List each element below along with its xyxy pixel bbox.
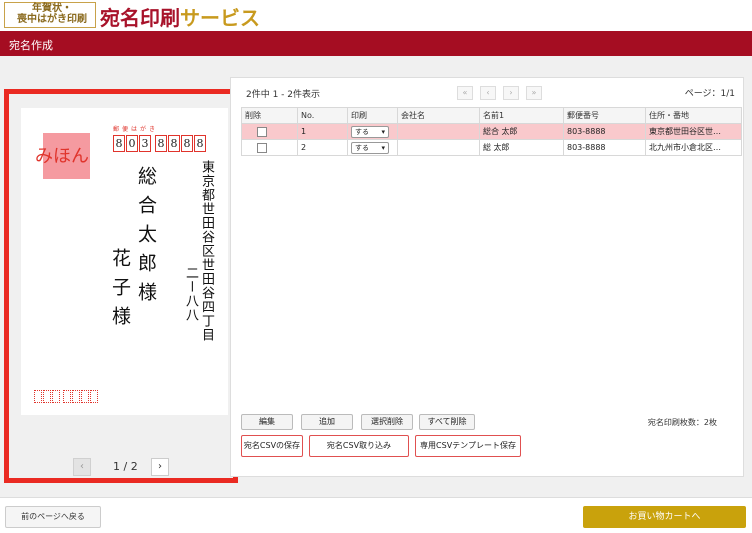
name-cell: 総 太郎 <box>479 139 564 156</box>
chevron-down-icon: ▾ <box>381 127 385 136</box>
delete-cell <box>241 139 298 156</box>
column-header-address: 住所・番地 <box>645 107 742 124</box>
sample-watermark: みほん <box>35 146 89 167</box>
column-header-no: No. <box>297 107 348 124</box>
prev-page-button[interactable]: ‹ <box>73 458 91 476</box>
double-chevron-right-icon: » <box>531 88 537 97</box>
delete-all-button[interactable]: すべて削除 <box>419 414 475 430</box>
postcard-preview: 郵便はがき 8 0 3 8 8 8 8 みほん 東京都世田谷区世田谷四丁目 二ー… <box>21 108 228 415</box>
print-select[interactable]: する ▾ <box>351 125 389 138</box>
delete-checkbox[interactable] <box>257 142 267 153</box>
postcard-preview-frame: 郵便はがき 8 0 3 8 8 8 8 みほん 東京都世田谷区世田谷四丁目 二ー… <box>4 89 238 483</box>
row-number: 2 <box>297 139 348 156</box>
column-header-zip: 郵便番号 <box>563 107 646 124</box>
sample-stamp: みほん <box>35 133 90 179</box>
list-toolbar: 2件中 1 - 2件表示 « ‹ › » ページ：1/1 <box>231 78 745 106</box>
table-row[interactable]: 2 する ▾ 総 太郎 803-8888 北九州市小倉北区… <box>241 139 742 156</box>
zip-digit: 3 <box>139 135 151 152</box>
zip-digit: 8 <box>113 135 125 152</box>
print-select-value: する <box>355 143 369 152</box>
import-csv-button[interactable]: 宛名CSV取り込み <box>309 435 409 457</box>
back-button[interactable]: 前のページへ戻る <box>5 506 101 528</box>
record-count: 2件中 1 - 2件表示 <box>246 90 321 100</box>
company-cell <box>397 139 480 156</box>
service-name-red: 宛名印刷 <box>100 6 180 30</box>
zip-digit: 0 <box>126 135 138 152</box>
double-chevron-left-icon: « <box>462 88 468 97</box>
page-title: 宛名作成 <box>9 39 53 52</box>
list-next-button[interactable]: › <box>503 86 519 100</box>
address-line2: 二ー八八 <box>183 266 198 322</box>
sender-zip-box <box>43 390 51 403</box>
sender-zip-box <box>52 390 60 403</box>
table-header-row: 削除 No. 印刷 会社名 名前1 郵便番号 住所・番地 <box>241 107 742 124</box>
zip-digit: 8 <box>168 135 180 152</box>
sender-zip-box <box>90 390 98 403</box>
address-list-panel: 2件中 1 - 2件表示 « ‹ › » ページ：1/1 削除 No. 印刷 会… <box>230 77 744 477</box>
sender-zip-box <box>72 390 80 403</box>
save-csv-template-button[interactable]: 専用CSVテンプレート保存 <box>415 435 521 457</box>
zip-digit: 8 <box>194 135 206 152</box>
recipient-name: 総合太郎様 <box>135 166 157 311</box>
chevron-down-icon: ▾ <box>381 143 385 152</box>
logo-small-text: 年賀状・ 喪中はがき印刷 <box>10 3 94 25</box>
zip-digit: 8 <box>181 135 193 152</box>
zip-digit: 8 <box>155 135 167 152</box>
logo-line2: 喪中はがき印刷 <box>17 14 87 25</box>
sender-zip-box <box>34 390 42 403</box>
row-number: 1 <box>297 123 348 140</box>
address-cell: 東京都世田谷区世… <box>645 123 742 140</box>
add-button[interactable]: 追加 <box>301 414 353 430</box>
print-select[interactable]: する ▾ <box>351 141 389 154</box>
print-count: 宛名印刷枚数：2枚 <box>647 418 717 427</box>
zip-cell: 803-8888 <box>563 139 646 156</box>
service-name-gold: サービス <box>180 6 260 30</box>
header: 年賀状・ 喪中はがき印刷 宛名印刷サービス <box>0 0 752 31</box>
column-header-print: 印刷 <box>347 107 398 124</box>
sender-zip-box <box>63 390 71 403</box>
recipient-sub-name: 花子様 <box>109 248 131 335</box>
chevron-left-icon: ‹ <box>486 88 490 97</box>
logo-line1: 年賀状・ <box>32 3 72 14</box>
address-table: 削除 No. 印刷 会社名 名前1 郵便番号 住所・番地 1 する ▾ 総合 太郎… <box>241 107 742 156</box>
address-cell: 北九州市小倉北区… <box>645 139 742 156</box>
postcard-label: 郵便はがき <box>113 126 159 133</box>
column-header-name: 名前1 <box>479 107 564 124</box>
print-cell: する ▾ <box>347 139 398 156</box>
table-row[interactable]: 1 する ▾ 総合 太郎 803-8888 東京都世田谷区世… <box>241 123 742 140</box>
page-title-bar: 宛名作成 <box>0 31 752 56</box>
print-cell: する ▾ <box>347 123 398 140</box>
company-cell <box>397 123 480 140</box>
column-header-delete: 削除 <box>241 107 298 124</box>
delete-cell <box>241 123 298 140</box>
zip-boxes: 8 0 3 8 8 8 8 <box>113 135 207 152</box>
save-csv-button[interactable]: 宛名CSVの保存 <box>241 435 303 457</box>
last-page-button[interactable]: » <box>526 86 542 100</box>
cart-button[interactable]: お買い物カートへ <box>583 506 746 528</box>
chevron-right-icon: › <box>158 461 162 472</box>
list-prev-button[interactable]: ‹ <box>480 86 496 100</box>
first-page-button[interactable]: « <box>457 86 473 100</box>
sender-zip-boxes <box>34 390 99 403</box>
page-indicator: 1 / 2 <box>113 460 138 473</box>
footer-bar: 前のページへ戻る お買い物カートへ <box>0 497 752 533</box>
page-info: ページ：1/1 <box>684 89 735 99</box>
preview-pager: ‹ 1 / 2 › <box>73 458 173 478</box>
chevron-right-icon: › <box>509 88 513 97</box>
column-header-company: 会社名 <box>397 107 480 124</box>
delete-selected-button[interactable]: 選択削除 <box>361 414 413 430</box>
zip-cell: 803-8888 <box>563 123 646 140</box>
print-select-value: する <box>355 127 369 136</box>
chevron-left-icon: ‹ <box>80 461 84 472</box>
delete-checkbox[interactable] <box>257 126 267 137</box>
next-page-button[interactable]: › <box>151 458 169 476</box>
service-logo[interactable]: 宛名印刷サービス <box>100 2 260 31</box>
name-cell: 総合 太郎 <box>479 123 564 140</box>
sender-zip-box <box>81 390 89 403</box>
edit-button[interactable]: 編集 <box>241 414 293 430</box>
